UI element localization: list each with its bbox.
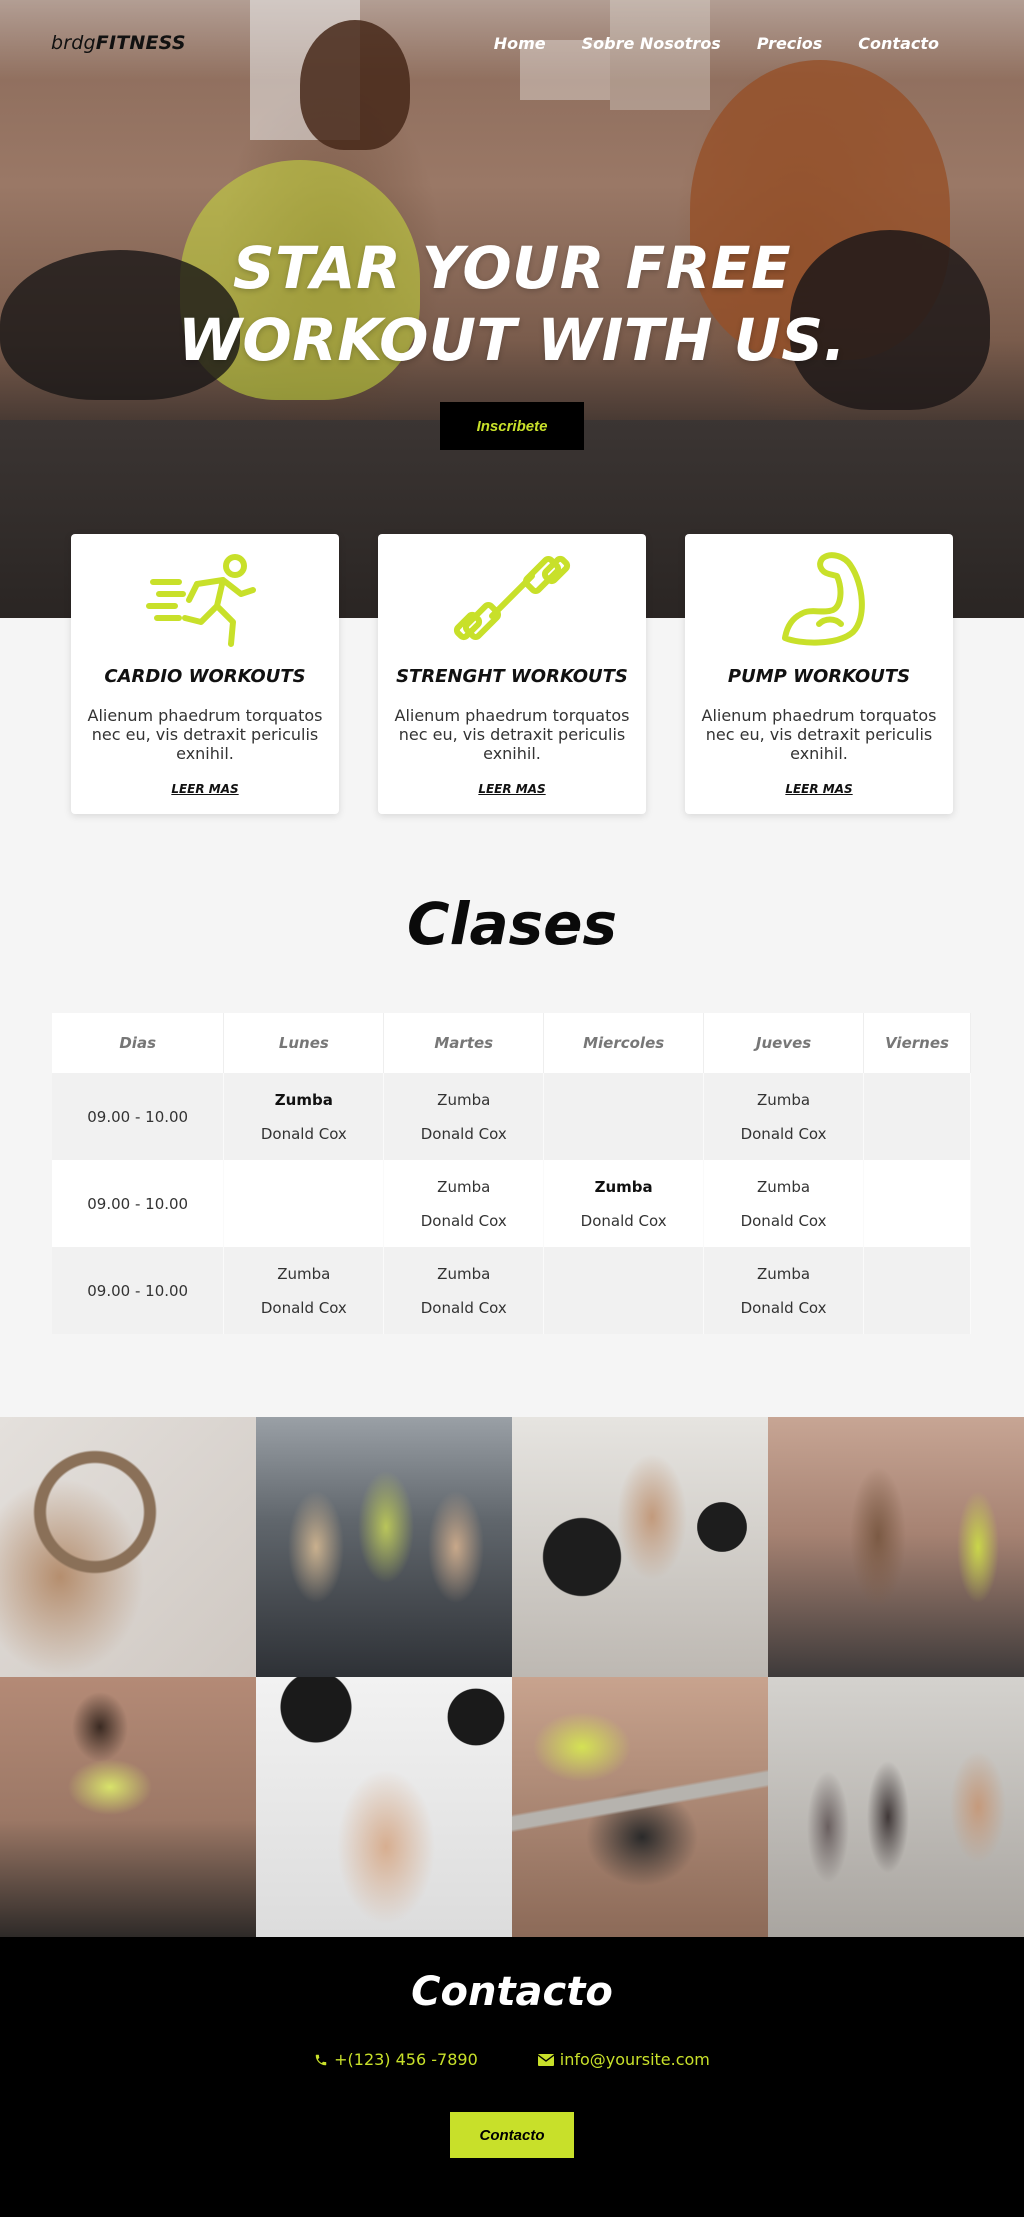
feature-card-pump: PUMP WORKOUTS Alienum phaedrum torquatos…: [685, 534, 953, 814]
gallery-photo-plank[interactable]: [0, 1677, 256, 1937]
envelope-icon: [537, 2053, 554, 2066]
gallery-photo-barbell[interactable]: [512, 1417, 768, 1677]
class-name: Zumba: [757, 1090, 811, 1109]
class-name: Zumba: [277, 1264, 331, 1283]
brand-prefix: brdg: [51, 32, 96, 54]
instructor-name: Donald Cox: [740, 1124, 827, 1143]
feature-text: Alienum phaedrum torquatos nec eu, vis d…: [701, 706, 937, 763]
time-cell: 09.00 - 10.00: [52, 1073, 225, 1160]
instructor-name: Donald Cox: [260, 1124, 347, 1143]
feature-card-strength: STRENGHT WORKOUTS Alienum phaedrum torqu…: [378, 534, 646, 814]
gallery-photo-overhead[interactable]: [256, 1677, 512, 1937]
contact-title: Contacto: [411, 1969, 613, 2015]
dumbbell-icon: [453, 555, 571, 641]
header-martes: Martes: [383, 1013, 545, 1073]
gallery-photo-ring-rows[interactable]: [768, 1677, 1024, 1937]
class-name: Zumba: [274, 1090, 333, 1109]
email-text: info@yoursite.com: [559, 2050, 710, 2069]
schedule-cell: [543, 1247, 705, 1334]
brand-name: FITNESS: [95, 32, 186, 54]
instructor-name: Donald Cox: [260, 1298, 347, 1317]
contact-section: Contacto +(123) 456 -7890 info@yoursite.…: [0, 1937, 1024, 2217]
contact-phone[interactable]: +(123) 456 -7890: [314, 2050, 478, 2069]
class-name: Zumba: [757, 1264, 811, 1283]
leer-mas-link[interactable]: LEER MAS: [71, 782, 339, 796]
table-row: 09.00 - 10.00 Zumba Donald Cox Zumba Donald …: [52, 1247, 971, 1334]
schedule-cell[interactable]: Zumba Donald Cox: [543, 1160, 705, 1247]
gallery-photo-lunge[interactable]: [768, 1417, 1024, 1677]
schedule-cell: [863, 1247, 971, 1334]
hero-title: STAR YOUR FREE WORKOUT WITH US.: [0, 232, 1024, 376]
header-viernes: Viernes: [863, 1013, 971, 1073]
clases-title: Clases: [407, 890, 617, 958]
schedule-cell[interactable]: Zumba Donald Cox: [223, 1247, 385, 1334]
schedule-cell[interactable]: Zumba Donald Cox: [703, 1247, 865, 1334]
contacto-button[interactable]: Contacto: [450, 2112, 574, 2158]
gallery-photo-rope[interactable]: [512, 1677, 768, 1937]
feature-cards: CARDIO WORKOUTS Alienum phaedrum torquat…: [0, 534, 1024, 814]
feature-title: PUMP WORKOUTS: [727, 666, 911, 687]
gallery-photo-rings[interactable]: [0, 1417, 256, 1677]
leer-mas-link[interactable]: LEER MAS: [685, 782, 953, 796]
time-cell: 09.00 - 10.00: [52, 1247, 225, 1334]
schedule-cell: [863, 1073, 971, 1160]
time-cell: 09.00 - 10.00: [52, 1160, 225, 1247]
class-name: Zumba: [437, 1090, 491, 1109]
schedule-cell: [223, 1160, 385, 1247]
main-nav: Home Sobre Nosotros Precios Contacto: [494, 34, 939, 53]
contact-email[interactable]: info@yoursite.com: [537, 2050, 710, 2069]
phone-text: +(123) 456 -7890: [334, 2050, 478, 2069]
instructor-name: Donald Cox: [580, 1211, 667, 1230]
schedule-table: Dias Lunes Martes Miercoles Jueves Viern…: [52, 1013, 971, 1334]
instructor-name: Donald Cox: [420, 1124, 507, 1143]
class-name: Zumba: [437, 1264, 491, 1283]
schedule-cell[interactable]: Zumba Donald Cox: [703, 1160, 865, 1247]
gallery-photo-jumping[interactable]: [256, 1417, 512, 1677]
header-dias: Dias: [52, 1013, 225, 1073]
header-miercoles: Miercoles: [543, 1013, 705, 1073]
schedule-cell[interactable]: Zumba Donald Cox: [223, 1073, 385, 1160]
feature-title: STRENGHT WORKOUTS: [396, 666, 628, 687]
nav-sobre-nosotros[interactable]: Sobre Nosotros: [582, 34, 721, 53]
nav-precios[interactable]: Precios: [757, 34, 822, 53]
schedule-cell: [543, 1073, 705, 1160]
table-row: 09.00 - 10.00 Zumba Donald Cox Zumba Donald …: [52, 1160, 971, 1247]
navbar: brdgFITNESS Home Sobre Nosotros Precios …: [0, 0, 1024, 90]
instructor-name: Donald Cox: [420, 1298, 507, 1317]
instructor-name: Donald Cox: [740, 1211, 827, 1230]
header-jueves: Jueves: [703, 1013, 865, 1073]
contact-info: +(123) 456 -7890 info@yoursite.com: [0, 2050, 1024, 2069]
nav-contacto[interactable]: Contacto: [858, 34, 939, 53]
feature-title: CARDIO WORKOUTS: [104, 666, 306, 687]
leer-mas-link[interactable]: LEER MAS: [378, 782, 646, 796]
class-name: Zumba: [594, 1177, 653, 1196]
phone-icon: [315, 2054, 327, 2065]
schedule-cell[interactable]: Zumba Donald Cox: [383, 1247, 545, 1334]
schedule-cell[interactable]: Zumba Donald Cox: [703, 1073, 865, 1160]
page: brdgFITNESS Home Sobre Nosotros Precios …: [0, 0, 1024, 2217]
schedule-cell: [863, 1160, 971, 1247]
instructor-name: Donald Cox: [420, 1211, 507, 1230]
hero-section: brdgFITNESS Home Sobre Nosotros Precios …: [0, 0, 1024, 618]
hero-title-line1: STAR YOUR FREE: [232, 234, 792, 302]
hero-title-line2: WORKOUT WITH US.: [177, 306, 847, 374]
brand-logo[interactable]: brdgFITNESS: [51, 32, 186, 54]
class-name: Zumba: [437, 1177, 491, 1196]
bicep-icon: [782, 552, 865, 646]
nav-home[interactable]: Home: [494, 34, 546, 53]
schedule-header-row: Dias Lunes Martes Miercoles Jueves Viern…: [52, 1013, 971, 1073]
feature-card-cardio: CARDIO WORKOUTS Alienum phaedrum torquat…: [71, 534, 339, 814]
schedule-body: 09.00 - 10.00 Zumba Donald Cox Zumba Donald …: [52, 1073, 971, 1334]
inscribete-button[interactable]: Inscribete: [440, 402, 584, 450]
schedule-cell[interactable]: Zumba Donald Cox: [383, 1160, 545, 1247]
class-name: Zumba: [757, 1177, 811, 1196]
feature-text: Alienum phaedrum torquatos nec eu, vis d…: [87, 706, 323, 763]
feature-text: Alienum phaedrum torquatos nec eu, vis d…: [394, 706, 630, 763]
photo-gallery: [0, 1417, 1024, 1937]
header-lunes: Lunes: [223, 1013, 385, 1073]
schedule-cell[interactable]: Zumba Donald Cox: [383, 1073, 545, 1160]
runner-icon: [146, 554, 256, 647]
instructor-name: Donald Cox: [740, 1298, 827, 1317]
table-row: 09.00 - 10.00 Zumba Donald Cox Zumba Donald …: [52, 1073, 971, 1160]
